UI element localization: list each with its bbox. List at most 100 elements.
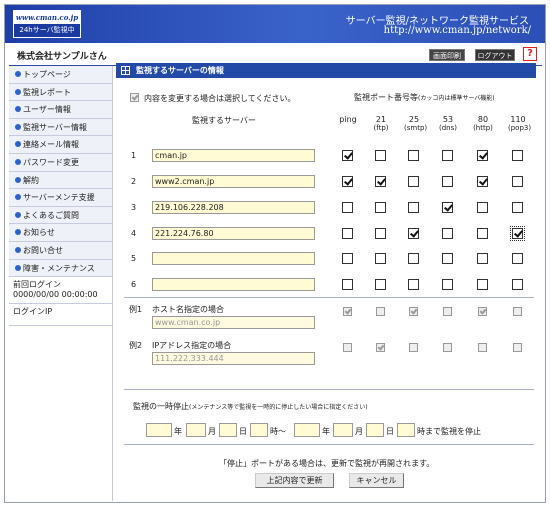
help-icon[interactable]: ? xyxy=(523,47,537,61)
example-input: 111.222.333.444 xyxy=(152,352,315,365)
port-checkbox[interactable] xyxy=(477,202,488,213)
pause-date-input[interactable] xyxy=(219,423,237,437)
port-checkbox[interactable] xyxy=(510,226,525,241)
port-checkbox[interactable] xyxy=(477,279,488,290)
port-checkbox[interactable] xyxy=(408,150,419,161)
port-checkbox[interactable] xyxy=(442,253,453,264)
change-note: 内容を変更する場合は選択してください。 xyxy=(144,94,296,103)
example-checkbox xyxy=(443,343,452,352)
port-checkbox[interactable] xyxy=(442,150,453,161)
server-input[interactable]: 221.224.76.80 xyxy=(152,227,315,240)
sidebar-item[interactable]: トップページ xyxy=(9,66,112,84)
port-checkbox[interactable] xyxy=(342,150,353,161)
port-checkbox[interactable] xyxy=(408,228,419,239)
sidebar-item[interactable]: 障害・メンテナンス xyxy=(9,259,112,278)
print-button[interactable]: 画面印刷 xyxy=(429,49,465,61)
port-checkbox[interactable] xyxy=(375,202,386,213)
port-column-header: 21 (ftp) xyxy=(371,115,391,133)
pause-unit-label: 年 xyxy=(322,427,330,436)
restart-note: 「停止」ポートがある場合は、更新で監視が再開されます。 xyxy=(219,459,435,468)
sidebar-item[interactable]: 連絡メール情報 xyxy=(9,136,112,154)
server-input[interactable] xyxy=(152,252,315,265)
sidebar-item-label: サーバーメンテ支援 xyxy=(23,193,95,203)
port-checkbox[interactable] xyxy=(442,176,453,187)
logout-button[interactable]: ログアウト xyxy=(475,49,515,61)
pause-date-input[interactable] xyxy=(294,423,320,437)
sidebar-item[interactable]: お問い合せ xyxy=(9,241,112,260)
sidebar-item[interactable]: 解約 xyxy=(9,171,112,190)
port-checkbox[interactable] xyxy=(375,176,386,187)
port-checkbox[interactable] xyxy=(342,176,353,187)
pause-date-input[interactable] xyxy=(366,423,384,437)
pause-date-input[interactable] xyxy=(333,423,353,437)
sidebar-item[interactable]: お知らせ xyxy=(9,224,112,242)
port-checkbox[interactable] xyxy=(477,176,488,187)
port-checkbox[interactable] xyxy=(442,279,453,290)
port-checkbox[interactable] xyxy=(408,279,419,290)
change-checkbox[interactable] xyxy=(130,93,139,102)
cancel-button[interactable]: キャンセル xyxy=(349,473,404,488)
sidebar-item[interactable]: 監視レポート xyxy=(9,83,112,102)
example-checkbox xyxy=(343,307,352,316)
login-ip: ログインIP xyxy=(9,304,112,327)
port-column-header: 80 (http) xyxy=(473,115,493,133)
row-number: 3 xyxy=(131,203,137,212)
port-checkbox[interactable] xyxy=(512,176,523,187)
port-checkbox[interactable] xyxy=(477,150,488,161)
sidebar-item-label: お問い合せ xyxy=(23,245,63,255)
port-checkbox[interactable] xyxy=(512,279,523,290)
port-protocol: (http) xyxy=(473,124,493,132)
bullet-icon xyxy=(15,246,21,253)
server-input[interactable]: 219.106.228.208 xyxy=(152,201,315,214)
port-checkbox[interactable] xyxy=(477,228,488,239)
bullet-icon xyxy=(15,211,21,218)
port-checkbox[interactable] xyxy=(342,279,353,290)
port-checkbox[interactable] xyxy=(375,253,386,264)
server-input[interactable] xyxy=(152,278,315,291)
port-checkbox[interactable] xyxy=(512,150,523,161)
example-checkbox xyxy=(478,307,487,316)
pause-unit-label: 月 xyxy=(355,427,363,436)
main-content: 監視するサーバーの情報 内容を変更する場合は選択してください。 監視ポート番号等… xyxy=(116,63,536,493)
pause-date-input[interactable] xyxy=(186,423,206,437)
sidebar-item[interactable]: よくあるご質問 xyxy=(9,206,112,225)
port-checkbox[interactable] xyxy=(512,253,523,264)
port-checkbox[interactable] xyxy=(512,202,523,213)
port-checkbox[interactable] xyxy=(477,253,488,264)
port-checkbox[interactable] xyxy=(408,253,419,264)
server-input[interactable]: cman.jp xyxy=(152,149,315,162)
pause-date-input[interactable] xyxy=(250,423,268,437)
bullet-icon xyxy=(15,141,21,148)
sidebar-item-label: トップページ xyxy=(23,70,71,79)
port-protocol: (ftp) xyxy=(373,124,389,132)
sidebar-item[interactable]: 監視サーバー情報 xyxy=(9,118,112,137)
pause-date-input[interactable] xyxy=(397,423,415,437)
grid-icon xyxy=(121,66,130,75)
port-checkbox[interactable] xyxy=(442,202,453,213)
port-checkbox[interactable] xyxy=(342,228,353,239)
last-login: 前回ログイン 0000/00/00 00:00:00 xyxy=(9,277,112,305)
port-checkbox[interactable] xyxy=(408,202,419,213)
port-checkbox[interactable] xyxy=(408,176,419,187)
port-checkbox[interactable] xyxy=(375,228,386,239)
login-ip-label: ログインIP xyxy=(13,307,53,317)
sidebar-item[interactable]: サーバーメンテ支援 xyxy=(9,189,112,207)
row-number: 6 xyxy=(131,280,137,289)
port-checkbox[interactable] xyxy=(442,228,453,239)
sidebar-item[interactable]: ユーザー情報 xyxy=(9,101,112,119)
bullet-icon xyxy=(15,229,21,236)
port-checkbox[interactable] xyxy=(342,253,353,264)
logo[interactable]: www.cman.co.jp 24hサーバ監視中 xyxy=(13,10,81,38)
server-input[interactable]: www2.cman.jp xyxy=(152,175,315,188)
update-button[interactable]: 上記内容で更新 xyxy=(255,473,334,488)
port-checkbox[interactable] xyxy=(375,150,386,161)
example-checkbox xyxy=(478,343,487,352)
bullet-icon xyxy=(15,158,21,165)
port-checkbox[interactable] xyxy=(342,202,353,213)
pause-date-input[interactable] xyxy=(146,423,172,437)
company-name: 株式会社サンプルさん xyxy=(17,52,107,62)
sidebar-item-label: パスワード変更 xyxy=(23,157,79,167)
port-checkbox[interactable] xyxy=(375,279,386,290)
sidebar-item-label: 連絡メール情報 xyxy=(23,140,79,150)
sidebar-item[interactable]: パスワード変更 xyxy=(9,153,112,172)
